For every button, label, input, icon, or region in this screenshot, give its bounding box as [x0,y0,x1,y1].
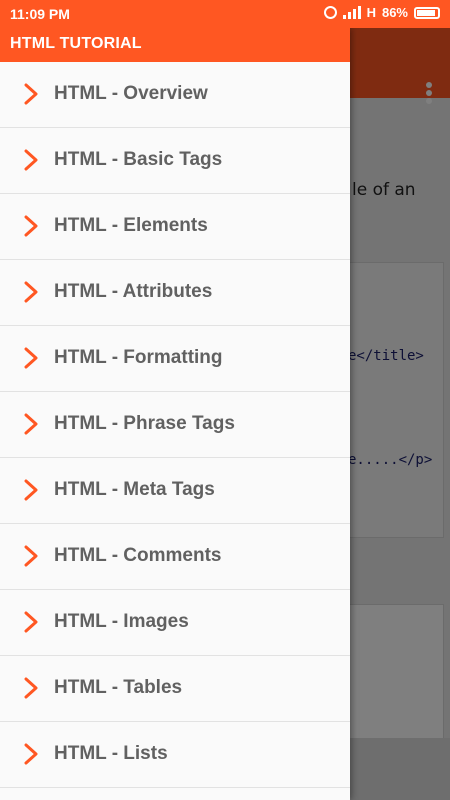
drawer-title: HTML TUTORIAL [10,35,142,52]
drawer-item-label: HTML - Tables [54,677,183,698]
battery-icon [414,6,440,19]
navigation-drawer: HTML TUTORIAL HTML - Overview HTML - Bas… [0,28,350,800]
battery-percent: 86% [381,5,408,20]
drawer-item-tables[interactable]: HTML - Tables [0,656,350,722]
drawer-item-comments[interactable]: HTML - Comments [0,524,350,590]
status-bar: 11:09 PM H 86% [0,0,450,28]
drawer-item-label: HTML - Phrase Tags [54,413,235,434]
chevron-right-icon [24,347,38,369]
chevron-right-icon [24,611,38,633]
alarm-icon [323,6,337,19]
chevron-right-icon [24,83,38,105]
chevron-right-icon [24,743,38,765]
drawer-item-images[interactable]: HTML - Images [0,590,350,656]
drawer-item-label: HTML - Formatting [54,347,223,368]
drawer-item-lists[interactable]: HTML - Lists [0,722,350,788]
drawer-item-label: HTML - Meta Tags [54,479,215,500]
chevron-right-icon [24,677,38,699]
drawer-list: HTML - Overview HTML - Basic Tags HTML -… [0,62,350,788]
drawer-item-basic-tags[interactable]: HTML - Basic Tags [0,128,350,194]
status-time: 11:09 PM [10,6,70,22]
drawer-item-meta-tags[interactable]: HTML - Meta Tags [0,458,350,524]
drawer-header: HTML TUTORIAL [0,28,350,62]
drawer-item-label: HTML - Lists [54,743,168,764]
drawer-item-label: HTML - Basic Tags [54,149,223,170]
status-icons: H 86% [323,5,440,20]
drawer-item-elements[interactable]: HTML - Elements [0,194,350,260]
drawer-item-label: HTML - Attributes [54,281,213,302]
drawer-item-label: HTML - Images [54,611,189,632]
chevron-right-icon [24,149,38,171]
chevron-right-icon [24,281,38,303]
drawer-item-formatting[interactable]: HTML - Formatting [0,326,350,392]
network-type: H [366,5,376,20]
drawer-item-overview[interactable]: HTML - Overview [0,62,350,128]
chevron-right-icon [24,413,38,435]
drawer-item-phrase-tags[interactable]: HTML - Phrase Tags [0,392,350,458]
chevron-right-icon [24,479,38,501]
chevron-right-icon [24,545,38,567]
drawer-item-label: HTML - Overview [54,83,208,104]
chevron-right-icon [24,215,38,237]
drawer-item-attributes[interactable]: HTML - Attributes [0,260,350,326]
drawer-item-label: HTML - Elements [54,215,208,236]
signal-icon [342,6,361,19]
drawer-item-label: HTML - Comments [54,545,222,566]
